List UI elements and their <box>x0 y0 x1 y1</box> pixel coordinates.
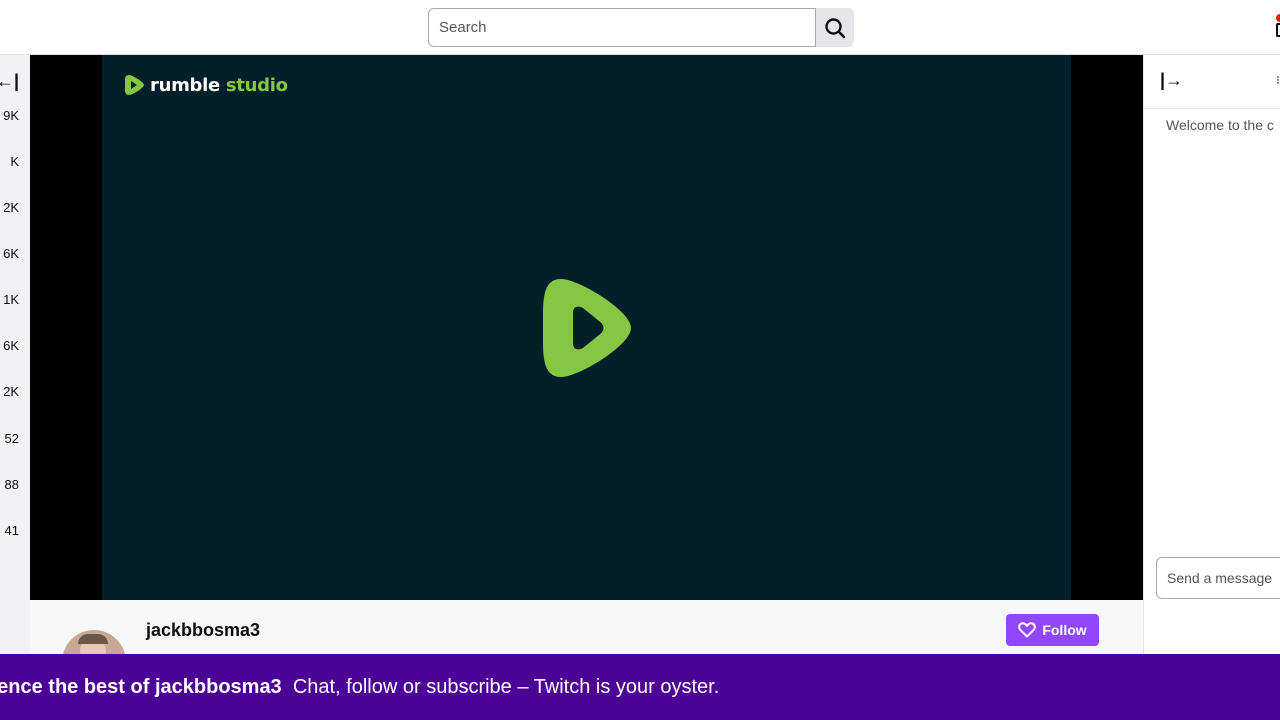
viewer-count: 41 <box>4 523 19 538</box>
viewer-count: 88 <box>4 477 19 492</box>
channel-info-bar: jackbbosma3 Follow <box>30 600 1143 694</box>
notification-badge <box>1276 14 1280 22</box>
follow-label: Follow <box>1042 622 1087 638</box>
notifications-icon[interactable] <box>1272 14 1280 37</box>
channel-name[interactable]: jackbbosma3 <box>146 620 260 641</box>
search-input[interactable] <box>428 8 816 47</box>
chat-panel: |→ ⁝ Welcome to the c <box>1143 55 1280 655</box>
rumble-logo-icon <box>125 75 144 95</box>
collapse-sidebar-icon[interactable]: ←| <box>0 71 19 91</box>
top-nav-bar <box>0 0 1280 55</box>
collapse-chat-icon[interactable]: |→ <box>1160 70 1183 90</box>
avatar-hair <box>78 634 108 644</box>
inbox-icon <box>1276 23 1280 37</box>
viewer-count: 6K <box>3 338 19 353</box>
viewer-count: 52 <box>4 431 19 446</box>
rumble-studio-logo: rumble studio <box>124 73 288 97</box>
chat-header: |→ ⁝ <box>1144 55 1280 109</box>
video-frame: rumble studio <box>102 55 1071 600</box>
viewer-count: 2K <box>3 200 19 215</box>
banner-text: Experience the best of jackbbosma3 Chat,… <box>0 676 719 699</box>
heart-icon <box>1018 622 1037 638</box>
follow-button[interactable]: Follow <box>1006 614 1099 646</box>
brand-text: rumble studio <box>150 74 288 96</box>
chat-welcome-message: Welcome to the c <box>1166 117 1274 133</box>
followed-channels-sidebar: ←| 9K K 2K 6K 1K 6K 2K 52 88 41 <box>0 55 30 655</box>
banner-bold-text: Experience the best of jackbbosma3 <box>0 676 282 698</box>
search-button[interactable] <box>816 8 854 47</box>
play-icon[interactable] <box>539 273 635 383</box>
viewer-count: 2K <box>3 384 19 399</box>
viewer-count: K <box>10 154 19 169</box>
viewer-count: 6K <box>3 246 19 261</box>
viewer-count: 1K <box>3 292 19 307</box>
viewer-count: 9K <box>3 108 19 123</box>
chat-message-input[interactable] <box>1156 557 1280 599</box>
search-icon <box>825 17 846 38</box>
search-bar <box>428 8 854 47</box>
banner-body-text: Chat, follow or subscribe – Twitch is yo… <box>292 676 720 698</box>
chat-users-icon[interactable]: ⁝ <box>1276 73 1280 87</box>
video-player[interactable]: rumble studio <box>30 55 1143 600</box>
signup-banner: Experience the best of jackbbosma3 Chat,… <box>0 654 1280 720</box>
